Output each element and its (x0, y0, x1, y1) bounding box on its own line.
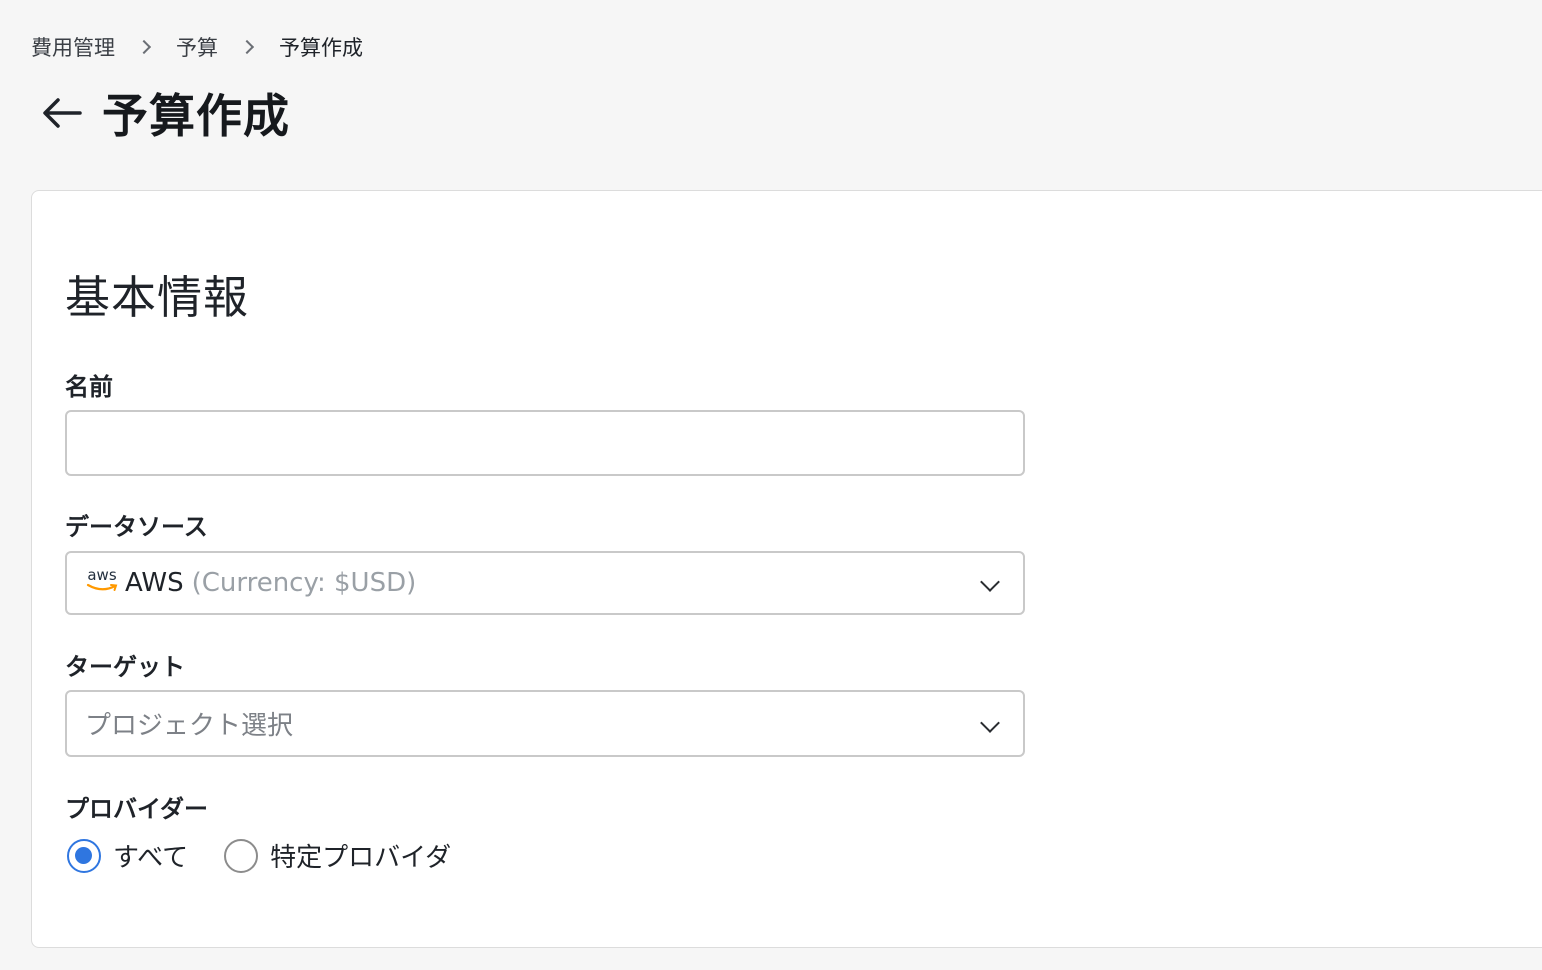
chevron-right-icon (136, 39, 152, 55)
radio-button[interactable] (224, 838, 259, 873)
provider-label: プロバイダー (65, 795, 209, 823)
back-button[interactable] (40, 91, 84, 135)
target-select[interactable]: プロジェクト選択 (65, 690, 1025, 757)
radio-label: 特定プロバイダ (270, 843, 452, 873)
chevron-down-icon (980, 713, 1000, 733)
data-source-label: データソース (65, 513, 208, 541)
breadcrumb: 費用管理 予算 予算作成 (31, 32, 363, 62)
provider-radio-group: すべて 特定プロバイダ (67, 837, 487, 874)
data-source-value: AWS (125, 568, 184, 598)
radio-button-checked[interactable] (67, 838, 101, 873)
arrow-left-icon (43, 98, 82, 128)
aws-logo-icon: aws (85, 568, 119, 598)
name-input[interactable] (65, 410, 1025, 476)
breadcrumb-cost-management[interactable]: 費用管理 (31, 32, 115, 62)
page-title: 予算作成 (102, 89, 290, 143)
target-placeholder: プロジェクト選択 (85, 711, 294, 741)
aws-smile-icon (86, 583, 118, 591)
data-source-currency: (Currency: $USD) (191, 568, 417, 598)
chevron-down-icon (980, 572, 1000, 592)
basic-info-card: 基本情報 名前 データソース aws AWS (Currency: $USD) … (31, 190, 1542, 948)
name-label: 名前 (65, 373, 113, 401)
target-label: ターゲット (65, 653, 185, 681)
breadcrumb-budget[interactable]: 予算 (176, 32, 218, 62)
page-header: 予算作成 (40, 80, 290, 146)
radio-label: すべて (113, 843, 189, 873)
chevron-right-icon (239, 39, 255, 55)
data-source-select[interactable]: aws AWS (Currency: $USD) (65, 551, 1025, 615)
provider-option-specific[interactable]: 特定プロバイダ (224, 837, 451, 874)
provider-option-all[interactable]: すべて (67, 837, 188, 874)
section-title: 基本情報 (65, 271, 250, 324)
breadcrumb-current: 予算作成 (279, 36, 363, 60)
